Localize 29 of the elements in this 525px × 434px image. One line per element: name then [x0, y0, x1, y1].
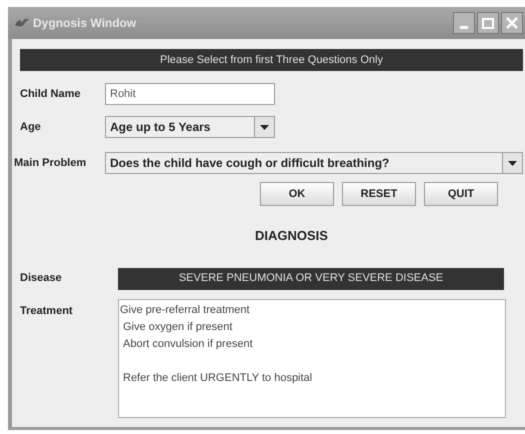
- age-dropdown[interactable]: Age up to 5 Years: [105, 116, 275, 138]
- dialog-button[interactable]: OK: [260, 182, 334, 206]
- window-title: Dygnosis Window: [33, 15, 136, 32]
- treatment-line: Abort convulsion if present: [122, 336, 253, 352]
- diagnosis-heading: DIAGNOSIS: [255, 227, 328, 245]
- minimize-icon: [460, 26, 468, 29]
- disease-banner: SEVERE PNEUMONIA OR VERY SEVERE DISEASE: [118, 268, 504, 290]
- notice-banner: Please Select from first Three Questions Only: [20, 49, 523, 71]
- field-label: Main Problem: [14, 156, 88, 171]
- treatment-text-area[interactable]: Give pre-referral treatment Give oxygen if present Abort convulsion if present Refer the client URGENTLY to hospital: [118, 298, 506, 418]
- dropdown-arrow-icon: [260, 124, 269, 130]
- field-label: Treatment: [20, 304, 74, 318]
- child-name-field[interactable]: Rohit: [105, 83, 275, 105]
- maximize-icon: [482, 18, 494, 28]
- field-label: Child Name: [20, 86, 82, 102]
- dialog-button[interactable]: RESET: [342, 182, 416, 206]
- close-icon: [506, 17, 518, 29]
- minimize-button[interactable]: [453, 12, 475, 34]
- close-button[interactable]: [501, 12, 523, 34]
- treatment-line: Give pre-referral treatment: [119, 302, 250, 318]
- field-label: Disease: [20, 271, 63, 286]
- treatment-line: Give oxygen if present: [122, 320, 232, 334]
- dropdown-arrow-icon: [508, 160, 517, 166]
- dialog-button[interactable]: QUIT: [424, 182, 498, 206]
- app-icon: [14, 17, 30, 29]
- maximize-button[interactable]: [477, 12, 499, 34]
- main-problem-dropdown[interactable]: Does the child have cough or difficult breathing?: [105, 152, 523, 174]
- treatment-line: Refer the client URGENTLY to hospital: [122, 370, 312, 386]
- field-label: Age: [20, 120, 42, 135]
